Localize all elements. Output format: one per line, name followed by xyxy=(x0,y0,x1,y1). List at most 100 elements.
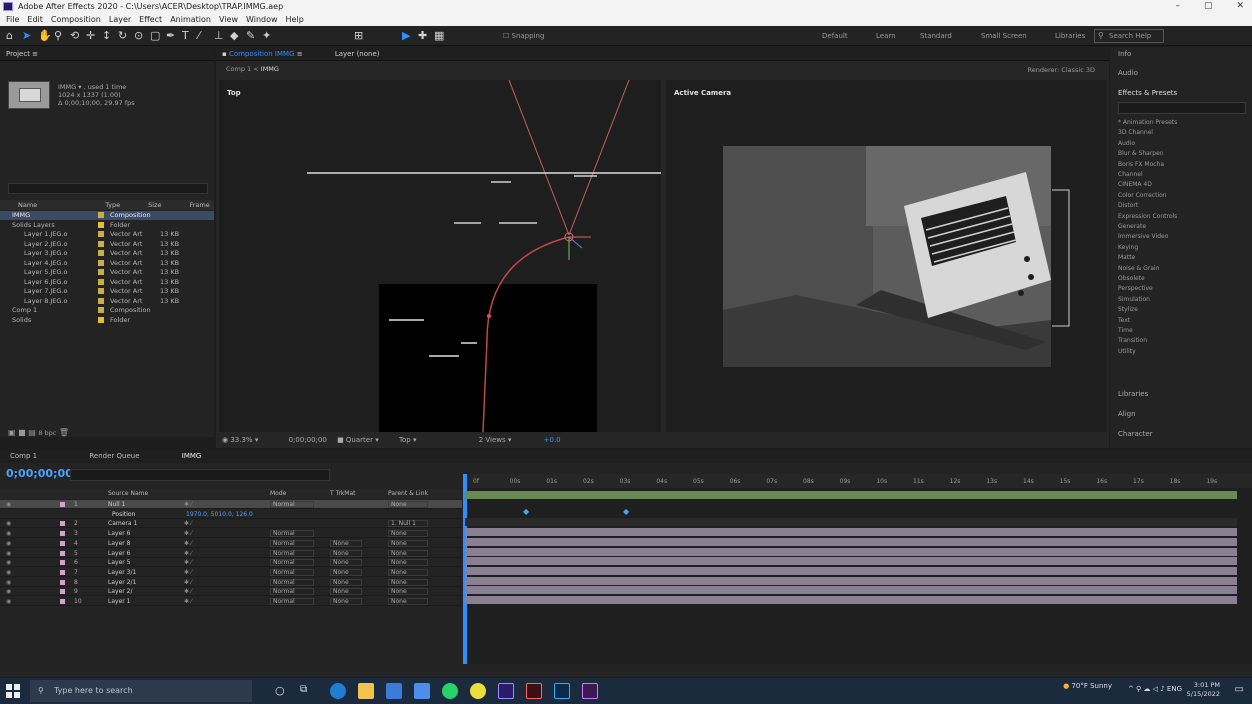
edge-icon[interactable] xyxy=(330,683,346,699)
project-item[interactable]: Solids Folder xyxy=(0,316,214,325)
layer-row[interactable]: ◉ 1 Null 1 ✱ ⁄ Normal None xyxy=(0,500,462,509)
parent-select[interactable]: None xyxy=(388,530,428,538)
layer-duration-bar[interactable] xyxy=(465,596,1237,604)
col-parent[interactable]: Parent & Link xyxy=(388,490,428,497)
windows-start-icon[interactable] xyxy=(6,684,20,698)
effects-category[interactable]: Noise & Grain xyxy=(1118,265,1159,272)
layer-name[interactable]: Layer 2/1 xyxy=(108,578,136,587)
libraries-panel-tab[interactable]: Libraries xyxy=(1118,390,1148,398)
effects-category[interactable]: Immersive Video xyxy=(1118,233,1168,240)
effects-category[interactable]: Matte xyxy=(1118,254,1135,261)
zoom-tool-icon[interactable]: ⚲ xyxy=(54,30,62,42)
brush-tool-icon[interactable]: ⁄ xyxy=(198,30,200,42)
keyframe-icon[interactable]: ◆ xyxy=(623,507,629,516)
workspace-small-screen[interactable]: Small Screen xyxy=(981,32,1027,40)
snapshot-icon[interactable]: ◉ xyxy=(222,436,228,444)
menu-window[interactable]: Window xyxy=(246,13,278,26)
effects-category[interactable]: * Animation Presets xyxy=(1118,119,1177,126)
menu-effect[interactable]: Effect xyxy=(139,13,162,26)
after-effects-taskbar-icon[interactable] xyxy=(498,683,514,699)
eye-icon[interactable]: ◉ xyxy=(6,500,11,509)
layer-label-color[interactable] xyxy=(60,531,65,537)
layer-label-color[interactable] xyxy=(60,540,65,546)
layer-duration-bar[interactable] xyxy=(465,586,1237,595)
timeline-tab-immg[interactable]: IMMG xyxy=(182,452,202,460)
eye-icon[interactable]: ◉ xyxy=(6,558,11,567)
blend-mode-select[interactable]: Normal xyxy=(270,568,314,576)
premiere-icon[interactable] xyxy=(582,683,598,699)
roto-brush-tool-icon[interactable]: ✎ xyxy=(246,30,255,42)
camera-view-canvas[interactable] xyxy=(666,80,1107,432)
hand-tool-icon[interactable]: ✋ xyxy=(38,30,52,42)
effects-category[interactable]: Time xyxy=(1118,327,1133,334)
switches[interactable]: ✱ ⁄ xyxy=(184,597,192,606)
effects-category[interactable]: Utility xyxy=(1118,348,1136,355)
menu-edit[interactable]: Edit xyxy=(27,13,43,26)
blend-mode-select[interactable]: Normal xyxy=(270,549,314,557)
keyframe-icon[interactable]: ◆ xyxy=(523,507,529,516)
position-value[interactable]: 1970.0, 5010.0, 126.0 xyxy=(186,510,253,519)
col-name[interactable]: Name xyxy=(18,200,37,210)
layer-name[interactable]: Layer 8 xyxy=(108,539,130,548)
col-type[interactable]: Type xyxy=(105,200,120,210)
menu-file[interactable]: File xyxy=(6,13,19,26)
project-item[interactable]: Layer 8.JEG.o Vector Art 13 KB xyxy=(0,297,214,306)
eye-icon[interactable]: ◉ xyxy=(6,519,11,528)
parent-select[interactable]: None xyxy=(388,588,428,596)
puppet-tool-icon[interactable]: ✦ xyxy=(262,30,271,42)
eraser-tool-icon[interactable]: ◆ xyxy=(230,30,238,42)
switches[interactable]: ✱ ⁄ xyxy=(184,587,192,596)
menu-layer[interactable]: Layer xyxy=(109,13,131,26)
col-size[interactable]: Size xyxy=(148,200,161,210)
axis-mode-icon[interactable]: ⊞ xyxy=(354,30,363,42)
time-ruler[interactable]: 0f 00s 01s 02s 03s 04s 05s 06s 07s 08s 09s 10s 11s 12… xyxy=(463,474,1252,664)
layer-name[interactable]: Layer 3/1 xyxy=(108,568,136,577)
layer-label-color[interactable] xyxy=(60,599,65,604)
exposure-value[interactable]: +0.0 xyxy=(544,436,561,444)
rotate-tool-icon[interactable]: ↻ xyxy=(118,30,127,42)
property-row[interactable]: Position 1970.0, 5010.0, 126.0 xyxy=(0,510,462,519)
pen-tool-icon[interactable]: ✒ xyxy=(166,30,175,42)
layer-row[interactable]: ◉ 7 Layer 3/1 ✱ ⁄ Normal None None xyxy=(0,568,462,577)
weather-widget[interactable]: ● 70°F Sunny xyxy=(1063,682,1112,690)
col-source-name[interactable]: Source Name xyxy=(108,490,148,497)
project-item[interactable]: Layer 5.JEG.o Vector Art 13 KB xyxy=(0,268,214,277)
layer-name[interactable]: Position xyxy=(112,510,135,519)
effects-category[interactable]: Keying xyxy=(1118,244,1138,251)
eye-icon[interactable]: ◉ xyxy=(6,539,11,548)
project-item[interactable]: Layer 3.JEG.o Vector Art 13 KB xyxy=(0,249,214,258)
project-item[interactable]: Layer 4.JEG.o Vector Art 13 KB xyxy=(0,259,214,268)
workspace-learn[interactable]: Learn xyxy=(876,32,896,40)
track-matte-select[interactable]: None xyxy=(330,559,362,567)
blend-mode-select[interactable]: Normal xyxy=(270,588,314,596)
layer-name[interactable]: Layer 6 xyxy=(108,529,130,538)
project-item[interactable]: Solids Layers Folder xyxy=(0,221,214,230)
layer-duration-bar[interactable] xyxy=(465,537,1237,546)
layer-row[interactable]: ◉ 2 Camera 1 ✱ ⁄ 1. Null 1 xyxy=(0,519,462,529)
switches[interactable]: ✱ ⁄ xyxy=(184,549,192,558)
layer-name[interactable]: Camera 1 xyxy=(108,519,137,528)
acrobat-icon[interactable] xyxy=(526,683,542,699)
switches[interactable]: ✱ ⁄ xyxy=(184,539,192,548)
pan-behind-tool-icon[interactable]: ⊙ xyxy=(134,30,143,42)
character-panel-tab[interactable]: Character xyxy=(1118,430,1153,438)
effects-category[interactable]: Simulation xyxy=(1118,296,1150,303)
selection-tool-icon[interactable]: ➤ xyxy=(22,30,31,42)
timeline-tab-comp1[interactable]: Comp 1 xyxy=(10,452,37,460)
effects-category[interactable]: Channel xyxy=(1118,171,1143,178)
effects-category[interactable]: Expression Controls xyxy=(1118,213,1177,220)
menu-animation[interactable]: Animation xyxy=(170,13,211,26)
col-frame[interactable]: Frame xyxy=(189,200,209,210)
layer-row[interactable]: ◉ 4 Layer 8 ✱ ⁄ Normal None None xyxy=(0,539,462,548)
effects-category[interactable]: Audio xyxy=(1118,140,1135,147)
eye-icon[interactable]: ◉ xyxy=(6,549,11,558)
type-tool-icon[interactable]: T xyxy=(182,30,189,42)
effects-category[interactable]: Boris FX Mocha xyxy=(1118,161,1164,168)
menu-help[interactable]: Help xyxy=(286,13,304,26)
track-matte-select[interactable]: None xyxy=(330,578,362,586)
switches[interactable]: ✱ ⁄ xyxy=(184,558,192,567)
parent-select[interactable]: None xyxy=(388,501,428,508)
layer-label-color[interactable] xyxy=(60,502,65,507)
track-matte-select[interactable]: None xyxy=(330,549,362,557)
timeline-search-input[interactable] xyxy=(70,469,330,481)
